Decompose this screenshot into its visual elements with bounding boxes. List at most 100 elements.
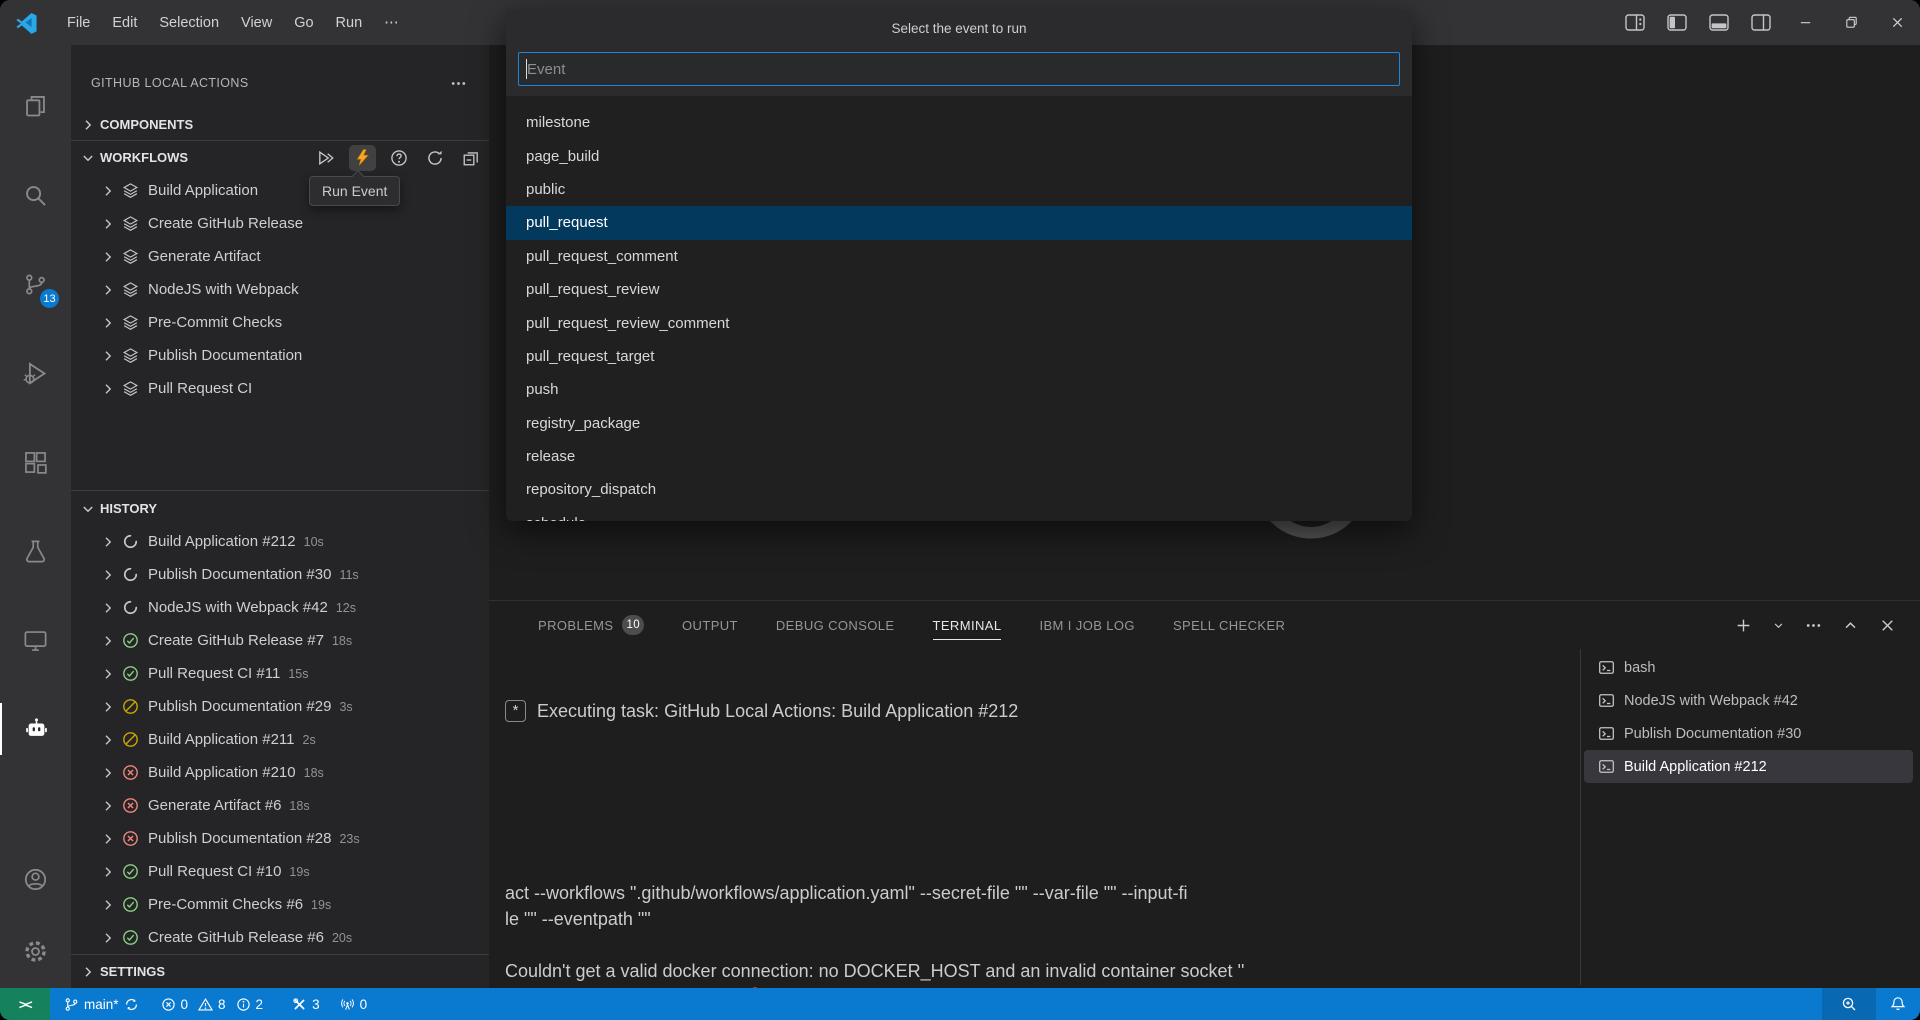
maximize-panel-icon[interactable]	[1842, 617, 1859, 634]
panel-tab[interactable]: SPELL CHECKER	[1173, 601, 1285, 649]
source-control-icon[interactable]: 13	[0, 258, 71, 310]
history-item[interactable]: Generate Artifact #6 18s	[71, 789, 489, 822]
section-settings[interactable]: SETTINGS	[71, 955, 489, 988]
menu-item[interactable]: File	[56, 10, 101, 36]
history-item[interactable]: Pull Request CI #11 15s	[71, 657, 489, 690]
menu-item[interactable]: Go	[283, 10, 324, 36]
settings-gear-icon[interactable]	[0, 925, 71, 977]
panel-tab[interactable]: OUTPUT	[682, 601, 738, 649]
quickpick-item[interactable]: pull_request_review	[506, 273, 1412, 306]
section-history[interactable]: HISTORY	[71, 492, 489, 525]
terminal-tab[interactable]: Build Application #212	[1584, 750, 1913, 783]
history-status-icon	[122, 764, 139, 781]
zoom-button[interactable]	[1822, 988, 1876, 1020]
quickpick-item[interactable]: registry_package	[506, 407, 1412, 440]
customize-layout-icon[interactable]	[1625, 14, 1645, 31]
testing-icon[interactable]	[0, 525, 71, 577]
extensions-icon[interactable]	[0, 436, 71, 488]
history-item[interactable]: Create GitHub Release #6 20s	[71, 921, 489, 954]
history-item[interactable]: NodeJS with Webpack #42 12s	[71, 591, 489, 624]
refresh-icon[interactable]	[426, 149, 444, 167]
panel-tab[interactable]: IBM I JOB LOG	[1039, 601, 1135, 649]
history-item[interactable]: Publish Documentation #28 23s	[71, 822, 489, 855]
terminal-tab[interactable]: NodeJS with Webpack #42	[1584, 684, 1913, 717]
menu-bar: FileEditSelectionViewGoRun⋯	[56, 10, 410, 36]
collapse-all-icon[interactable]	[462, 149, 480, 167]
menu-item[interactable]: ⋯	[373, 10, 410, 36]
quickpick-item[interactable]: milestone	[506, 106, 1412, 139]
close-button[interactable]	[1874, 0, 1920, 45]
remote-explorer-icon[interactable]	[0, 614, 71, 666]
run-debug-icon[interactable]	[0, 347, 71, 399]
remote-indicator[interactable]: ><	[0, 988, 50, 1020]
workflow-item[interactable]: Pull Request CI	[71, 372, 489, 405]
panel-tab[interactable]: DEBUG CONSOLE	[776, 601, 895, 649]
quickpick-item[interactable]: page_build	[506, 139, 1412, 172]
close-panel-icon[interactable]	[1879, 617, 1896, 634]
toggle-panel-icon[interactable]	[1709, 14, 1729, 31]
menu-item[interactable]: Run	[325, 10, 374, 36]
search-icon[interactable]	[0, 169, 71, 221]
new-terminal-icon[interactable]	[1735, 617, 1752, 634]
layers-icon	[122, 281, 139, 298]
history-item[interactable]: Publish Documentation #30 11s	[71, 558, 489, 591]
history-duration: 23s	[339, 832, 359, 846]
terminal-exec-line: * Executing task: GitHub Local Actions: …	[505, 698, 1565, 724]
quickpick-item[interactable]: pull_request	[506, 206, 1412, 239]
menu-item[interactable]: View	[230, 10, 283, 36]
more-actions-icon[interactable]	[1805, 617, 1822, 634]
panel-tab[interactable]: PROBLEMS 10	[538, 601, 644, 649]
sidebar-more-actions-icon[interactable]	[450, 75, 467, 92]
history-item[interactable]: Pre-Commit Checks #6 19s	[71, 888, 489, 921]
run-all-workflows-icon[interactable]	[317, 149, 335, 167]
workflow-item[interactable]: Publish Documentation	[71, 339, 489, 372]
problems-status[interactable]: 0 8 2	[161, 997, 269, 1012]
quickpick-item[interactable]: push	[506, 373, 1412, 406]
chevron-right-icon	[100, 798, 116, 814]
workflow-item[interactable]: Pre-Commit Checks	[71, 306, 489, 339]
workflow-item[interactable]: NodeJS with Webpack	[71, 273, 489, 306]
accounts-icon[interactable]	[0, 853, 71, 905]
history-item[interactable]: Create GitHub Release #7 18s	[71, 624, 489, 657]
quickpick-item[interactable]: release	[506, 440, 1412, 473]
quickpick-item[interactable]: repository_dispatch	[506, 473, 1412, 506]
history-item[interactable]: Build Application #212 10s	[71, 525, 489, 558]
notifications-bell-button[interactable]	[1876, 988, 1920, 1020]
help-icon[interactable]	[390, 149, 408, 167]
workflow-item[interactable]: Create GitHub Release	[71, 207, 489, 240]
section-components[interactable]: COMPONENTS	[71, 108, 489, 141]
broadcast-status[interactable]: 0	[340, 997, 368, 1012]
history-item[interactable]: Pull Request CI #10 19s	[71, 855, 489, 888]
quickpick-item[interactable]: schedule	[506, 507, 1412, 521]
layers-icon	[122, 314, 139, 331]
git-branch-status[interactable]: main*	[64, 997, 139, 1012]
event-filter-input[interactable]	[518, 52, 1400, 86]
minimize-button[interactable]	[1782, 0, 1828, 45]
quickpick-item[interactable]: pull_request_review_comment	[506, 306, 1412, 339]
quickpick-item[interactable]: public	[506, 173, 1412, 206]
explorer-icon[interactable]	[0, 80, 71, 132]
menu-item[interactable]: Selection	[148, 10, 230, 36]
workflow-item[interactable]: Build Application	[71, 174, 489, 207]
menu-item[interactable]: Edit	[101, 10, 148, 36]
github-local-actions-icon[interactable]	[0, 703, 71, 755]
workflow-item[interactable]: Generate Artifact	[71, 240, 489, 273]
toggle-sidebar-icon[interactable]	[1667, 14, 1687, 31]
quickpick-item[interactable]: pull_request_target	[506, 340, 1412, 373]
terminal-tab[interactable]: bash	[1584, 651, 1913, 684]
history-item[interactable]: Build Application #211 2s	[71, 723, 489, 756]
panel-tab[interactable]: TERMINAL	[933, 601, 1002, 649]
vscode-logo-icon	[15, 11, 38, 34]
restore-button[interactable]	[1828, 0, 1874, 45]
history-label: Build Application #211	[148, 731, 295, 748]
run-event-button[interactable]	[349, 145, 376, 171]
tools-status[interactable]: 3	[292, 997, 320, 1012]
history-item[interactable]: Build Application #210 18s	[71, 756, 489, 789]
terminal-tab[interactable]: Publish Documentation #30	[1584, 717, 1913, 750]
section-workflows[interactable]: WORKFLOWS	[71, 141, 489, 174]
history-item[interactable]: Publish Documentation #29 3s	[71, 690, 489, 723]
history-label: Build Application #210	[148, 764, 296, 781]
terminal-dropdown-icon[interactable]	[1772, 617, 1785, 634]
toggle-secondary-sidebar-icon[interactable]	[1751, 14, 1771, 31]
quickpick-item[interactable]: pull_request_comment	[506, 240, 1412, 273]
